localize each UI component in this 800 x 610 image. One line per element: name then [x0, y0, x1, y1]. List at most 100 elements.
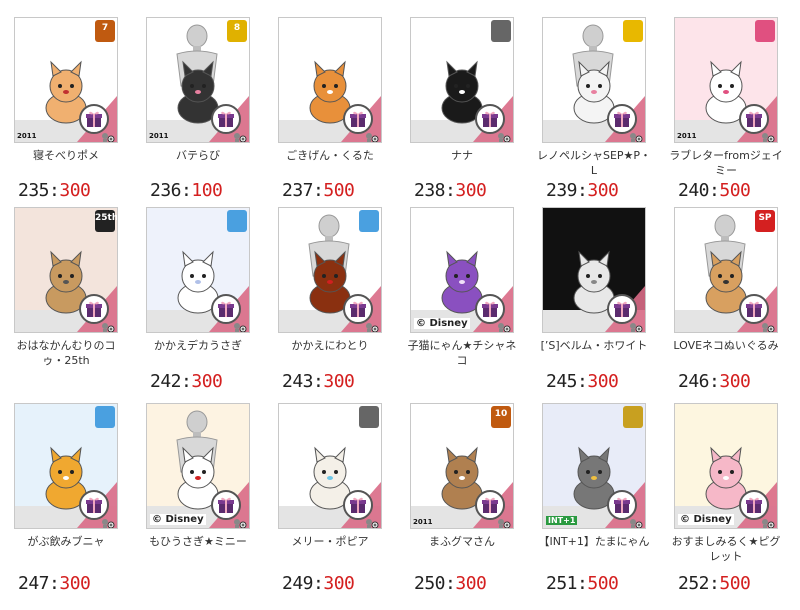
pet-thumbnail[interactable]: [278, 207, 382, 333]
pet-name[interactable]: ごきげん・くるた: [272, 148, 388, 163]
item-number: 247:: [18, 573, 60, 594]
rarity-badge: [359, 406, 379, 428]
pet-name[interactable]: かかえデカうさぎ: [140, 338, 256, 353]
zoom-plus-icon[interactable]: [497, 319, 511, 332]
zoom-plus-icon[interactable]: [233, 129, 247, 142]
pet-name[interactable]: 【INT+1】たまにゃん: [536, 534, 652, 549]
pet-name[interactable]: かかえにわとり: [272, 338, 388, 353]
copyright-label: © Disney: [150, 514, 206, 525]
score-label: 245:300: [546, 371, 619, 392]
pet-thumbnail[interactable]: 8 2011: [146, 17, 250, 143]
item-number: 249:: [282, 573, 324, 594]
zoom-plus-icon[interactable]: [233, 515, 247, 528]
rarity-badge: SP: [755, 210, 775, 232]
rarity-badge: [623, 406, 643, 428]
score-value: 500: [587, 573, 619, 594]
zoom-plus-icon[interactable]: [101, 129, 115, 142]
score-label: 252:500: [678, 573, 751, 594]
pet-thumbnail[interactable]: 10 2011: [410, 403, 514, 529]
score-label: 237:500: [282, 180, 355, 201]
score-label: 242:300: [150, 371, 223, 392]
score-value: 300: [59, 573, 91, 594]
zoom-plus-icon[interactable]: [233, 319, 247, 332]
year-label: 2011: [17, 132, 37, 140]
zoom-plus-icon[interactable]: [497, 515, 511, 528]
zoom-plus-icon[interactable]: [497, 129, 511, 142]
pet-name[interactable]: おすましみるく★ピグレット: [668, 534, 784, 564]
item-number: 252:: [678, 573, 720, 594]
pet-name[interactable]: ナナ: [404, 148, 520, 163]
zoom-plus-icon[interactable]: [629, 319, 643, 332]
rarity-badge: [95, 406, 115, 428]
rarity-badge: 7: [95, 20, 115, 42]
pet-item[interactable]: 25th おはなかんむりのコゥ・25th: [0, 207, 132, 407]
zoom-plus-icon[interactable]: [761, 129, 775, 142]
pet-thumbnail[interactable]: 2011: [674, 17, 778, 143]
score-value: 500: [719, 180, 751, 201]
year-label: 2011: [149, 132, 169, 140]
score-label: 240:500: [678, 180, 751, 201]
pet-thumbnail[interactable]: [278, 403, 382, 529]
zoom-plus-icon[interactable]: [629, 515, 643, 528]
pet-name[interactable]: LOVEネコぬいぐるみ: [668, 338, 784, 353]
score-value: 300: [587, 180, 619, 201]
pet-thumbnail[interactable]: [410, 17, 514, 143]
pet-thumbnail[interactable]: [542, 207, 646, 333]
pet-thumbnail[interactable]: 7 2011: [14, 17, 118, 143]
rarity-badge: [755, 20, 775, 42]
pet-item[interactable]: © Disney 子猫にゃん★チシャネコ: [396, 207, 528, 407]
score-label: 250:300: [414, 573, 487, 594]
pet-name[interactable]: メリー・ポピア: [272, 534, 388, 549]
score-label: 236:100: [150, 180, 223, 201]
pet-thumbnail[interactable]: © Disney: [146, 403, 250, 529]
score-label: 249:300: [282, 573, 355, 594]
pet-thumbnail[interactable]: [146, 207, 250, 333]
score-label: 247:300: [18, 573, 91, 594]
score-label: 239:300: [546, 180, 619, 201]
pet-thumbnail[interactable]: SP: [674, 207, 778, 333]
pet-thumbnail[interactable]: © Disney: [410, 207, 514, 333]
item-number: 236:: [150, 180, 192, 201]
pet-name[interactable]: レノペルシャSEP★P・L: [536, 148, 652, 178]
pet-name[interactable]: バテらび: [140, 148, 256, 163]
score-value: 300: [191, 371, 223, 392]
pet-name[interactable]: がぶ飲みブニャ: [8, 534, 124, 549]
year-label: 2011: [677, 132, 697, 140]
copyright-label: © Disney: [678, 514, 734, 525]
zoom-plus-icon[interactable]: [761, 319, 775, 332]
pet-name[interactable]: 子猫にゃん★チシャネコ: [404, 338, 520, 368]
rarity-badge: [359, 210, 379, 232]
pet-thumbnail[interactable]: INT+1: [542, 403, 646, 529]
pet-thumbnail[interactable]: [542, 17, 646, 143]
score-label: 251:500: [546, 573, 619, 594]
pet-thumbnail[interactable]: [278, 17, 382, 143]
pet-name[interactable]: まふグマさん: [404, 534, 520, 549]
pet-item[interactable]: © Disney もひうさぎ★ミニー: [132, 403, 264, 603]
score-label: 246:300: [678, 371, 751, 392]
pet-name[interactable]: もひうさぎ★ミニー: [140, 534, 256, 549]
item-number: 245:: [546, 371, 588, 392]
zoom-plus-icon[interactable]: [365, 515, 379, 528]
score-value: 300: [323, 371, 355, 392]
item-number: 237:: [282, 180, 324, 201]
item-number: 240:: [678, 180, 720, 201]
zoom-plus-icon[interactable]: [629, 129, 643, 142]
pet-thumbnail[interactable]: [14, 403, 118, 529]
zoom-plus-icon[interactable]: [101, 515, 115, 528]
score-value: 500: [323, 180, 355, 201]
pet-thumbnail[interactable]: 25th: [14, 207, 118, 333]
pet-name[interactable]: 寝そべりポメ: [8, 148, 124, 163]
zoom-plus-icon[interactable]: [365, 129, 379, 142]
pet-name[interactable]: おはなかんむりのコゥ・25th: [8, 338, 124, 368]
zoom-plus-icon[interactable]: [761, 515, 775, 528]
pet-name[interactable]: [’S]ベルム・ホワイト: [536, 338, 652, 353]
year-label: 2011: [413, 518, 433, 526]
item-number: 246:: [678, 371, 720, 392]
pet-thumbnail[interactable]: © Disney: [674, 403, 778, 529]
item-number: 238:: [414, 180, 456, 201]
zoom-plus-icon[interactable]: [101, 319, 115, 332]
item-number: 250:: [414, 573, 456, 594]
zoom-plus-icon[interactable]: [365, 319, 379, 332]
pet-name[interactable]: ラブレターfromジェイミー: [668, 148, 784, 178]
rarity-badge: 8: [227, 20, 247, 42]
